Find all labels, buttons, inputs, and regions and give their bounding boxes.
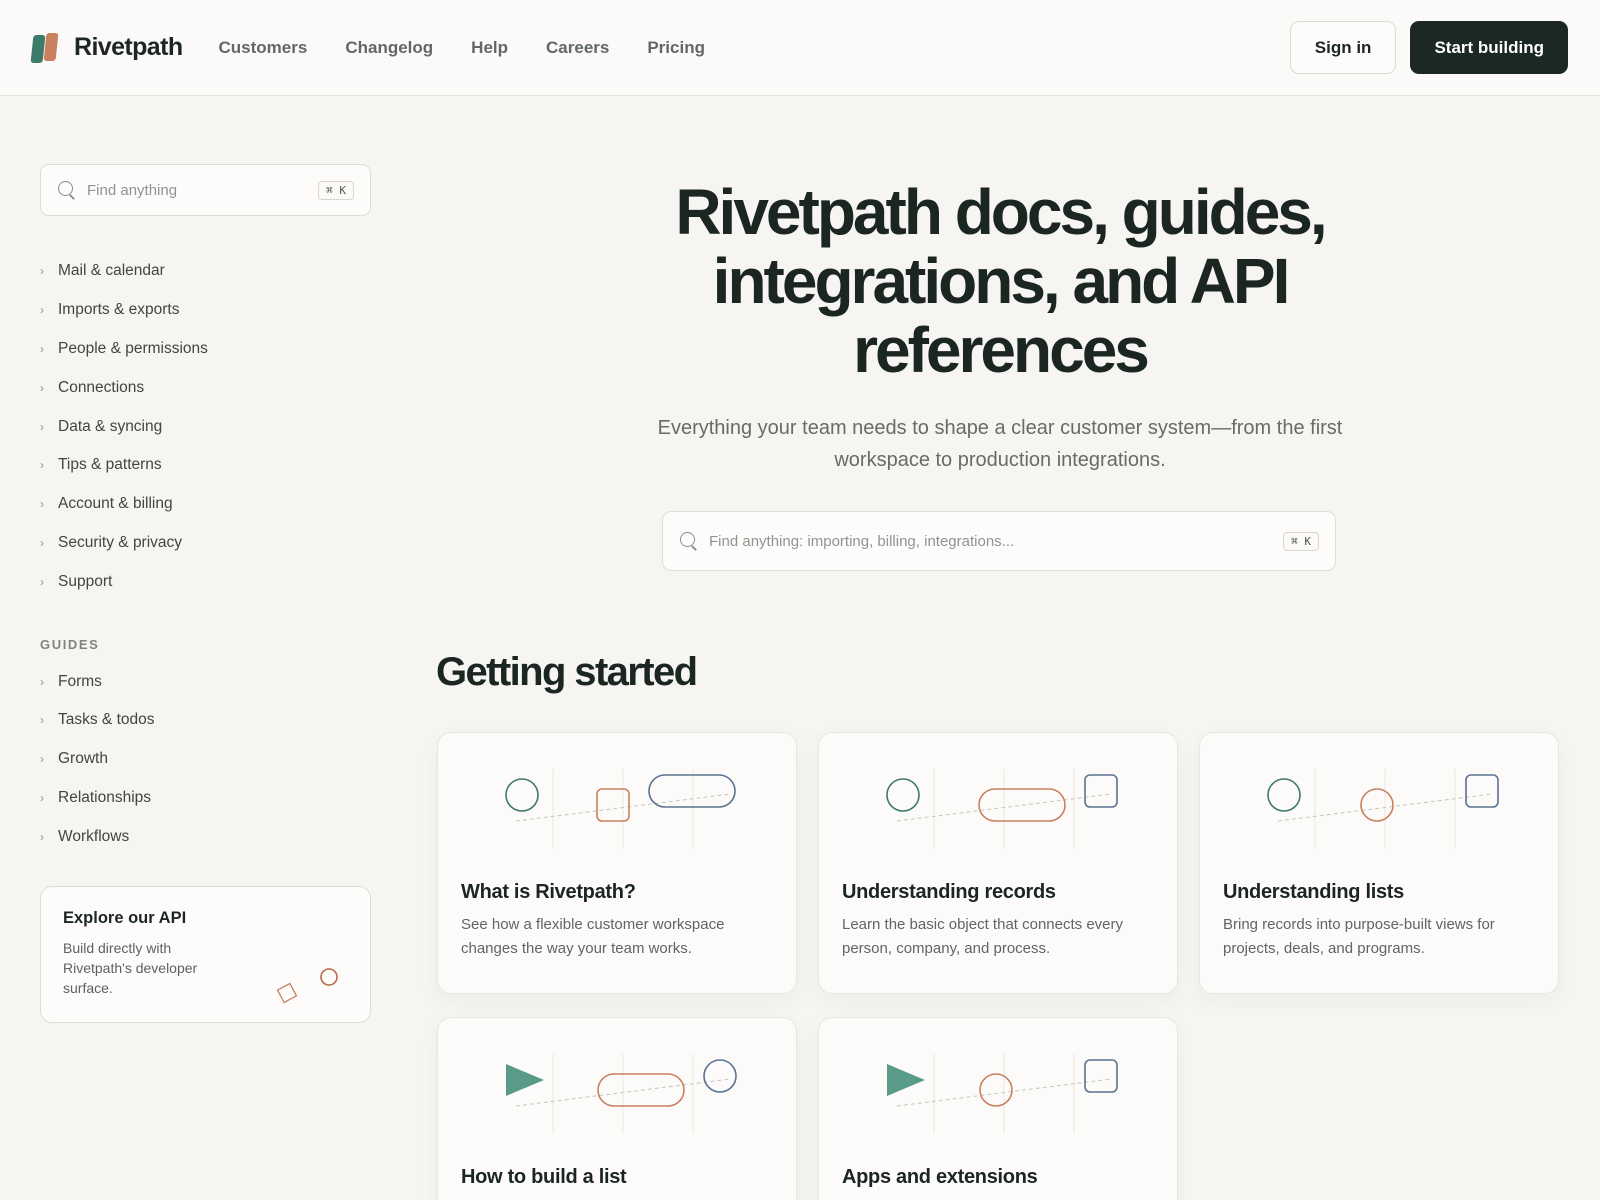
sidebar-item-people-permissions[interactable]: › People & permissions (40, 330, 371, 369)
card-description: Bring records into purpose-built views f… (1223, 916, 1495, 957)
guides-heading: GUIDES (40, 637, 100, 653)
sidebar-item-label: Relationships (58, 788, 152, 806)
search-icon (57, 180, 77, 200)
sidebar-item-label: Connections (58, 378, 145, 396)
hero-subtitle: Everything your team needs to shape a cl… (657, 417, 1343, 471)
card-description: Learn the basic object that connects eve… (842, 916, 1124, 957)
hero-search-placeholder: Find anything: importing, billing, integ… (709, 532, 1015, 550)
sidebar-item-mail-calendar[interactable]: › Mail & calendar (40, 252, 371, 291)
hero-title: Rivetpath docs, guides, integrations, an… (675, 176, 1327, 386)
card-apps-and-extensions[interactable]: Apps and extensions (818, 1017, 1178, 1200)
sidebar-item-label: Tips & patterns (58, 456, 162, 474)
card-title: Understanding records (842, 881, 1056, 903)
explore-api-card[interactable]: Explore our API Build directly with Rive… (40, 886, 371, 1024)
sidebar-item-connections[interactable]: › Connections (40, 368, 371, 407)
sidebar-item-security-privacy[interactable]: › Security & privacy (40, 524, 371, 563)
chevron-right-icon: › (40, 341, 44, 356)
sidebar-item-data-syncing[interactable]: › Data & syncing (40, 407, 371, 446)
chevron-right-icon: › (40, 303, 44, 318)
brand-logo[interactable]: Rivetpath (30, 32, 183, 63)
card-how-to-build-a-list[interactable]: How to build a list (437, 1017, 797, 1200)
card-understanding-records[interactable]: Understanding records Learn the basic ob… (818, 732, 1178, 994)
sidebar-item-growth[interactable]: › Growth (40, 740, 371, 779)
nav-link-help[interactable]: Help (471, 38, 508, 58)
getting-started-heading: Getting started (436, 650, 698, 694)
shortcut-badge: ⌘ K (318, 180, 354, 200)
sign-in-button[interactable]: Sign in (1289, 21, 1397, 74)
sidebar-item-label: Support (58, 572, 113, 590)
sidebar-item-workflows[interactable]: › Workflows (40, 817, 371, 856)
chevron-right-icon: › (40, 264, 44, 279)
sidebar-item-tasks-todos[interactable]: › Tasks & todos (40, 701, 371, 740)
sidebar-item-forms[interactable]: › Forms (40, 662, 371, 701)
nav-actions: Sign in Start building (1289, 21, 1568, 74)
sidebar-item-imports-exports[interactable]: › Imports & exports (40, 291, 371, 330)
sidebar-guides: › Forms › Tasks & todos › Growth › Relations… (40, 662, 371, 856)
chevron-right-icon: › (40, 674, 44, 689)
sidebar-item-label: Mail & calendar (58, 262, 165, 280)
card-title: What is Rivetpath? (461, 881, 636, 903)
brand-name: Rivetpath (74, 33, 183, 61)
nav-links: Customers Changelog Help Careers Pricing (219, 38, 705, 58)
sidebar-item-account-billing[interactable]: › Account & billing (40, 485, 371, 524)
card-title: Apps and extensions (842, 1166, 1038, 1188)
sidebar-item-label: Growth (58, 750, 108, 768)
card-illustration (887, 1054, 1118, 1134)
chevron-right-icon: › (40, 829, 44, 844)
nav-link-changelog[interactable]: Changelog (345, 38, 433, 58)
top-navigation: Rivetpath Customers Changelog Help Caree… (0, 0, 1600, 96)
start-building-button[interactable]: Start building (1410, 21, 1568, 74)
sidebar: Find anything ⌘ K › Mail & calendar › Impo… (40, 164, 371, 1024)
chevron-right-icon: › (40, 497, 44, 512)
sidebar-item-relationships[interactable]: › Relationships (40, 779, 371, 818)
search-icon (679, 531, 699, 551)
shortcut-badge: ⌘ K (1283, 531, 1319, 551)
api-card-title: Explore our API (63, 909, 187, 928)
chevron-right-icon: › (40, 380, 44, 395)
chevron-right-icon: › (40, 752, 44, 767)
card-title: How to build a list (461, 1166, 627, 1188)
card-illustration (1267, 769, 1499, 849)
sidebar-item-label: Imports & exports (58, 301, 180, 319)
card-illustration (506, 1054, 737, 1134)
nav-link-pricing[interactable]: Pricing (647, 38, 705, 58)
sidebar-item-label: Workflows (58, 827, 130, 845)
card-what-is-rivetpath[interactable]: What is Rivetpath? See how a flexible cu… (437, 732, 797, 994)
hero-search-input[interactable]: Find anything: importing, billing, integ… (662, 511, 1336, 571)
sidebar-search-placeholder: Find anything (87, 181, 178, 199)
sidebar-item-label: People & permissions (58, 339, 208, 357)
card-title: Understanding lists (1223, 881, 1404, 903)
chevron-right-icon: › (40, 419, 44, 434)
chevron-right-icon: › (40, 713, 44, 728)
chevron-right-icon: › (40, 574, 44, 589)
sidebar-search-input[interactable]: Find anything ⌘ K (40, 164, 371, 216)
card-illustration (886, 769, 1118, 849)
api-card-description: Build directly with Rivetpath's develope… (63, 940, 198, 997)
api-illustration (276, 968, 338, 1004)
sidebar-item-label: Data & syncing (58, 417, 163, 435)
chevron-right-icon: › (40, 535, 44, 550)
sidebar-item-label: Security & privacy (58, 533, 183, 551)
sidebar-item-label: Tasks & todos (58, 711, 155, 729)
sidebar-item-tips-patterns[interactable]: › Tips & patterns (40, 446, 371, 485)
nav-link-customers[interactable]: Customers (219, 38, 308, 58)
card-understanding-lists[interactable]: Understanding lists Bring records into p… (1199, 732, 1559, 994)
card-illustration (505, 769, 736, 849)
card-description: See how a flexible customer workspace ch… (461, 916, 725, 957)
sidebar-item-support[interactable]: › Support (40, 562, 371, 601)
chevron-right-icon: › (40, 790, 44, 805)
sidebar-topics: › Mail & calendar › Imports & exports › Peo… (40, 252, 371, 601)
chevron-right-icon: › (40, 458, 44, 473)
nav-link-careers[interactable]: Careers (546, 38, 609, 58)
sidebar-item-label: Account & billing (58, 495, 173, 513)
logo-icon (30, 32, 60, 63)
sidebar-item-label: Forms (58, 672, 102, 690)
